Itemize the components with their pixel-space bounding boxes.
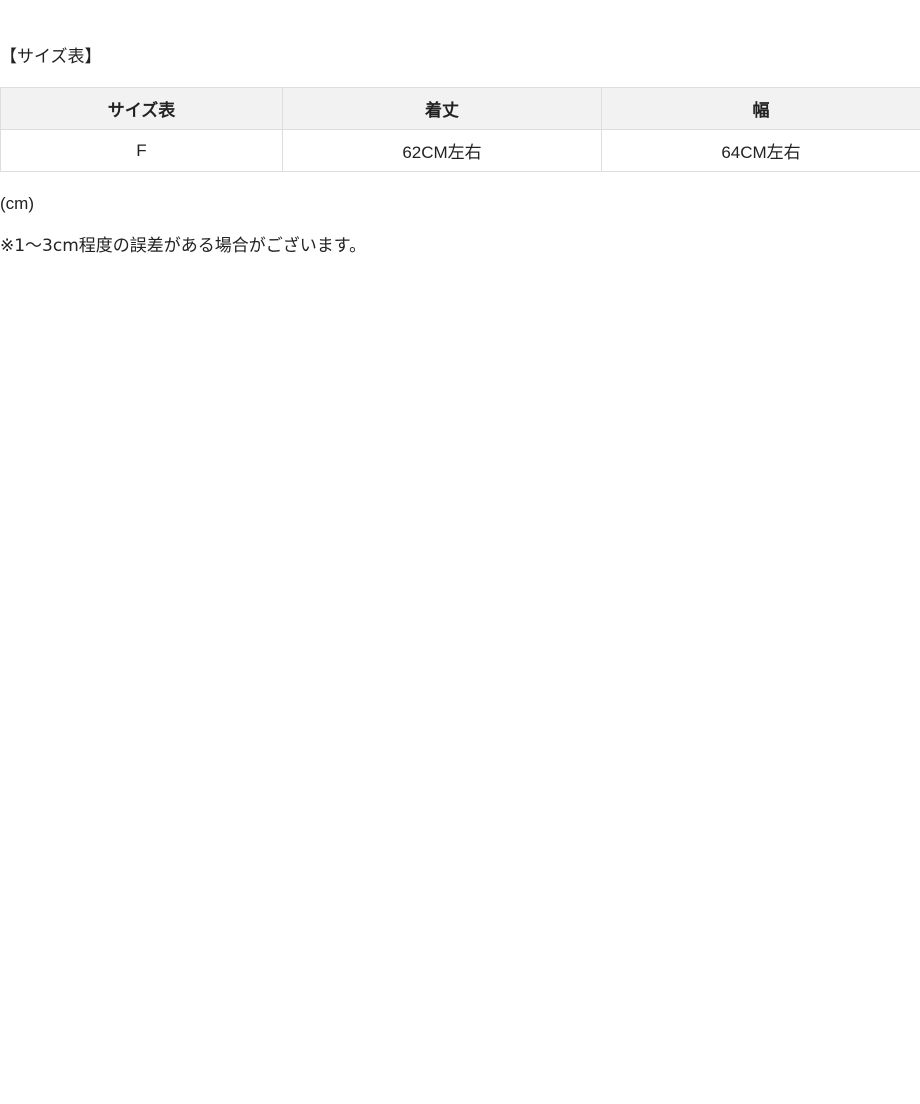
cell-length: 62CM左右 [282, 129, 602, 172]
cell-width: 64CM左右 [601, 129, 920, 172]
table-row: F 62CM左右 64CM左右 [0, 129, 920, 172]
table-header-row: サイズ表 着丈 幅 [0, 87, 920, 130]
header-size: サイズ表 [0, 87, 283, 130]
size-chart-heading: 【サイズ表】 [0, 47, 102, 67]
size-table-body: F 62CM左右 64CM左右 [0, 129, 920, 172]
cell-size: F [0, 129, 283, 172]
size-table-header: サイズ表 着丈 幅 [0, 87, 920, 130]
header-width: 幅 [601, 87, 920, 130]
measurement-disclaimer: ※1～3cm程度の誤差がある場合がございます。 [0, 236, 367, 256]
header-length: 着丈 [282, 87, 602, 130]
unit-note: (cm) [0, 194, 34, 213]
size-table: サイズ表 着丈 幅 F 62CM左右 64CM左右 [0, 87, 920, 172]
